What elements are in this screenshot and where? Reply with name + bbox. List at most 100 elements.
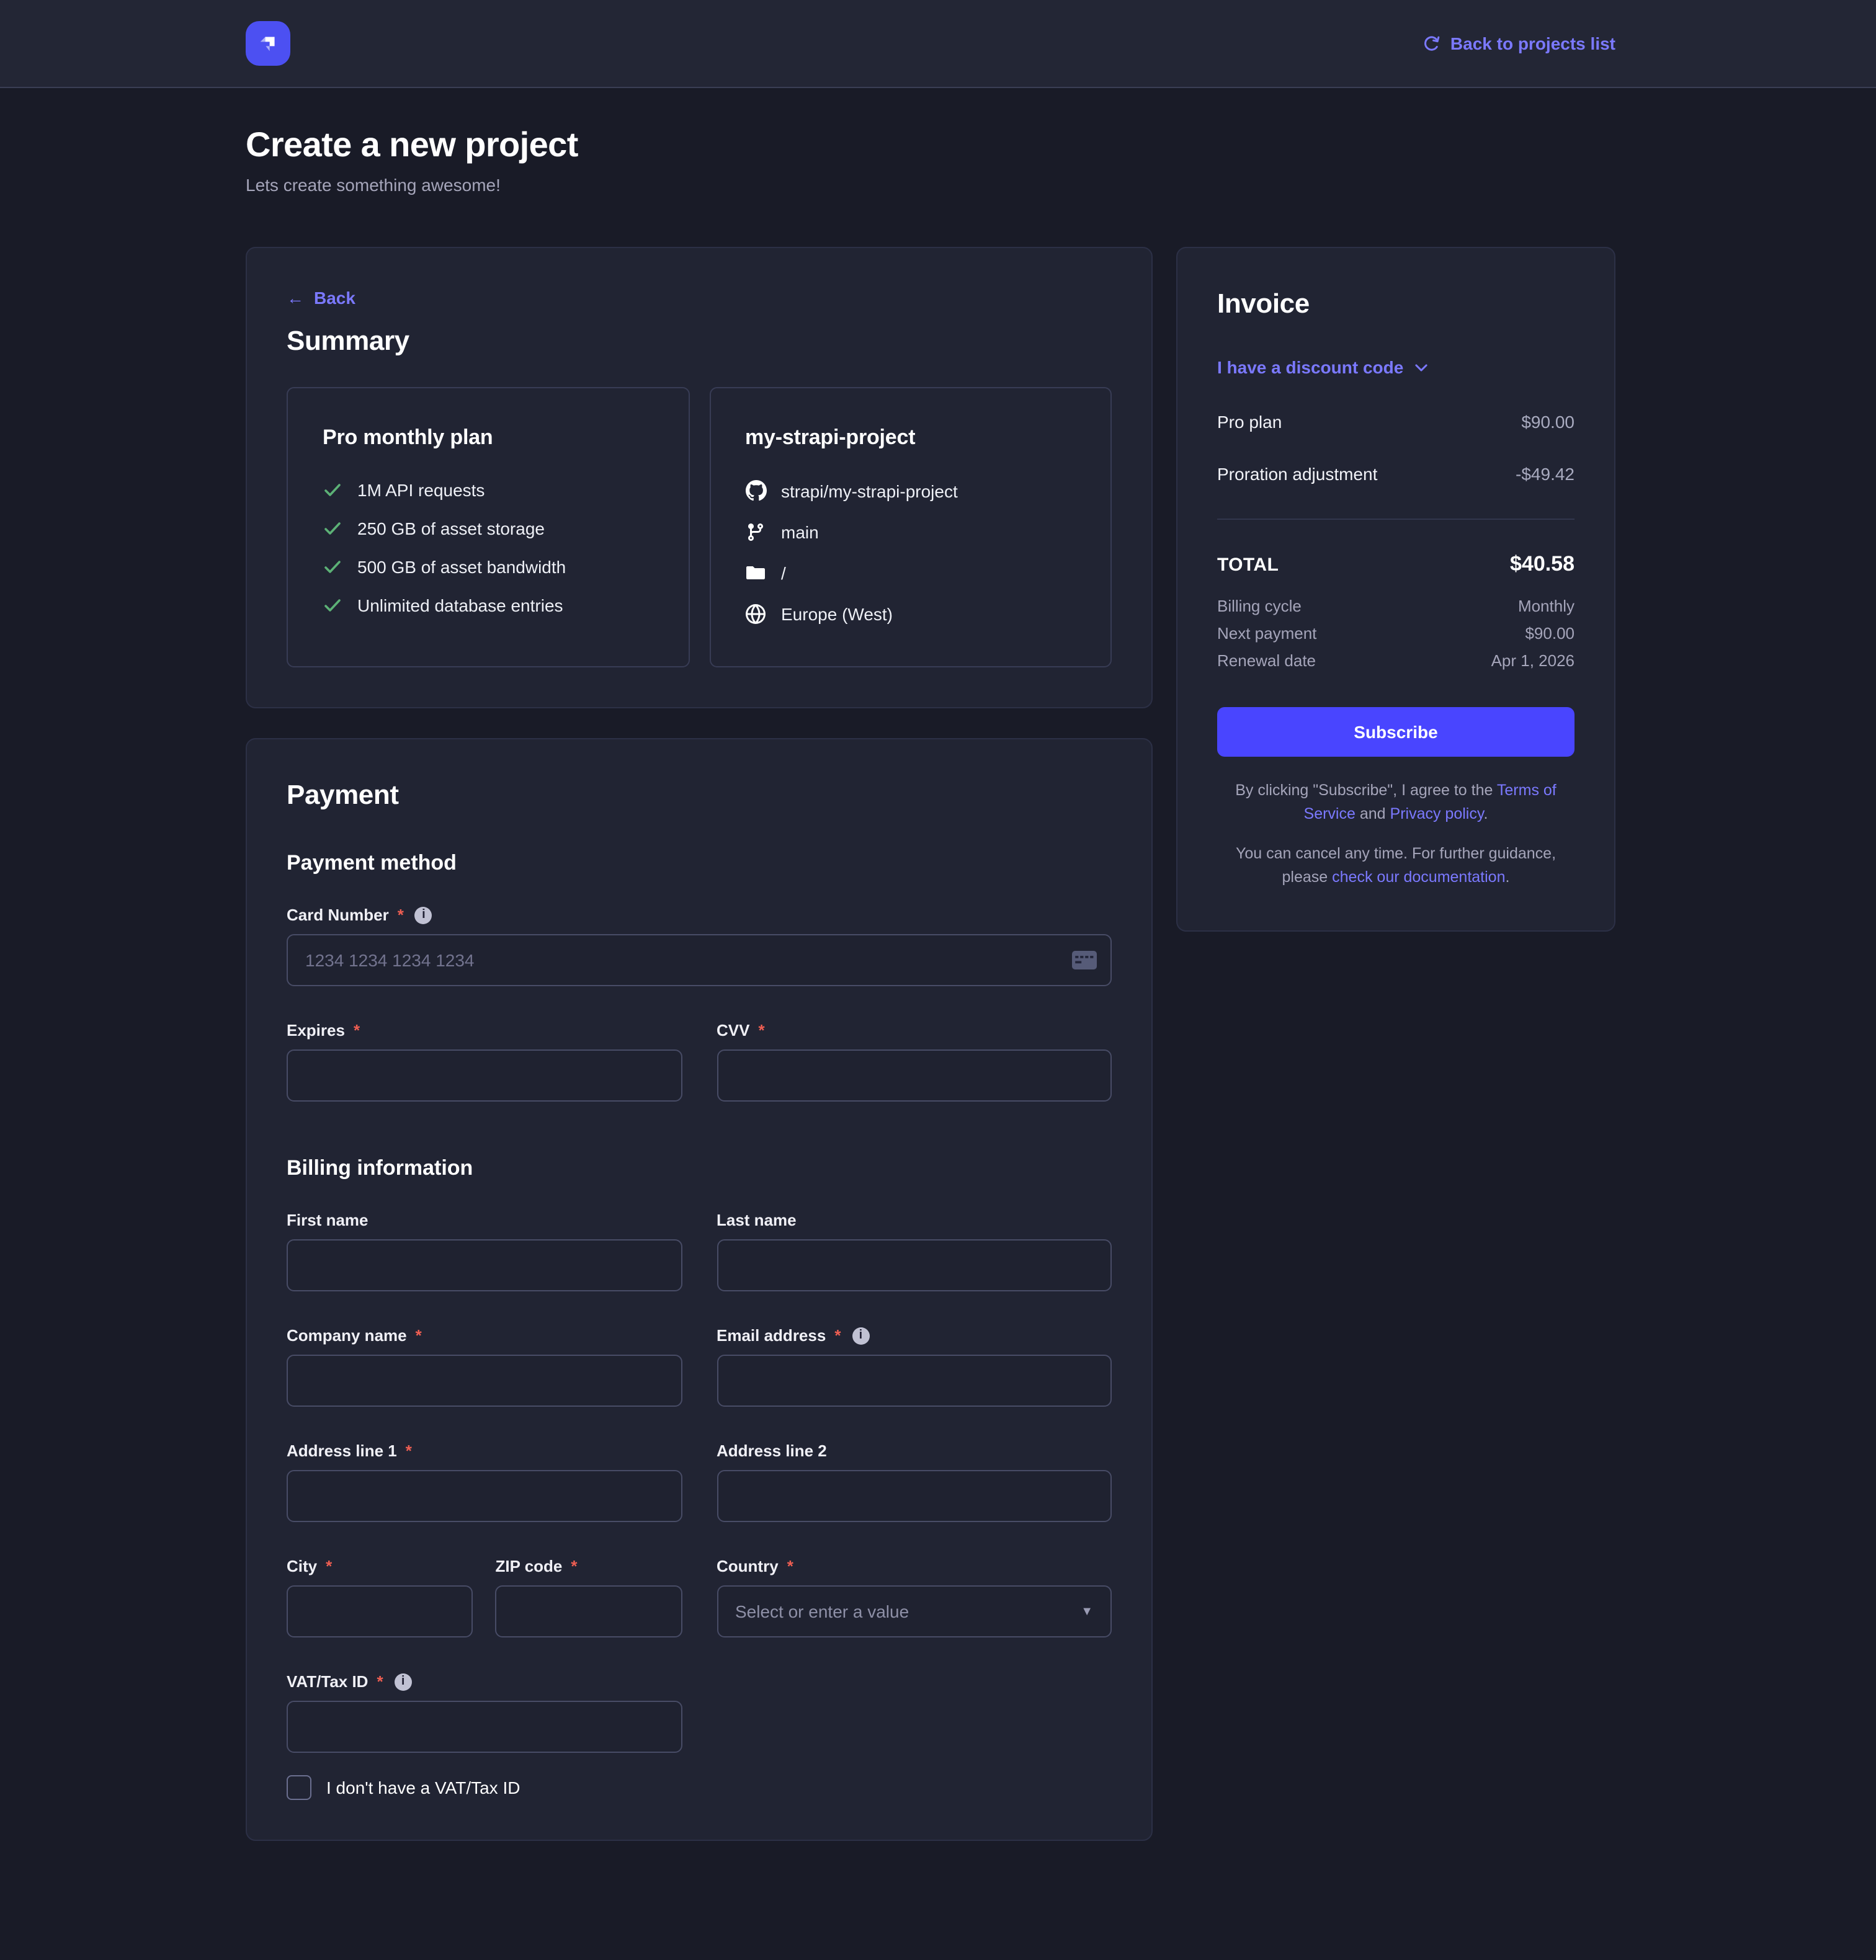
address-line-1-input[interactable]: [287, 1470, 682, 1522]
address-line-1-label: Address line 1*: [287, 1441, 682, 1460]
email-address-input[interactable]: [717, 1355, 1112, 1407]
invoice-total-row: TOTAL $40.58: [1217, 552, 1574, 577]
zip-code-input[interactable]: [496, 1585, 682, 1637]
cancel-text: You can cancel any time. For further gui…: [1217, 842, 1574, 891]
plan-feature-label: 500 GB of asset bandwidth: [357, 557, 566, 577]
check-icon: [323, 480, 342, 500]
payment-title: Payment: [287, 779, 1112, 811]
no-vat-checkbox-label[interactable]: I don't have a VAT/Tax ID: [326, 1778, 520, 1797]
top-bar: Back to projects list: [0, 0, 1876, 88]
invoice-title: Invoice: [1217, 288, 1574, 320]
project-summary-card: my-strapi-project strapi/my-strapi-proje…: [709, 387, 1112, 667]
github-icon: [745, 480, 766, 501]
last-name-label: Last name: [717, 1211, 1112, 1229]
expires-label: Expires*: [287, 1021, 682, 1040]
terms-text: By clicking "Subscribe", I agree to the …: [1217, 779, 1574, 827]
first-name-label: First name: [287, 1211, 682, 1229]
city-input[interactable]: [287, 1585, 473, 1637]
city-label: City*: [287, 1557, 473, 1575]
plan-summary-card: Pro monthly plan 1M API requests: [287, 387, 689, 667]
project-title: my-strapi-project: [745, 425, 1076, 450]
country-select[interactable]: Select or enter a value ▼: [717, 1585, 1112, 1637]
return-arrow-icon: [1422, 34, 1440, 53]
required-marker: *: [398, 906, 404, 924]
check-icon: [323, 519, 342, 538]
back-to-projects-link[interactable]: Back to projects list: [1422, 33, 1615, 53]
required-marker: *: [377, 1672, 383, 1691]
required-marker: *: [326, 1557, 332, 1575]
card-number-input[interactable]: [287, 934, 1112, 986]
cvv-label: CVV*: [717, 1021, 1112, 1040]
privacy-policy-link[interactable]: Privacy policy: [1390, 806, 1484, 823]
no-vat-checkbox[interactable]: [287, 1775, 311, 1800]
last-name-input[interactable]: [717, 1239, 1112, 1291]
invoice-divider: [1217, 519, 1574, 520]
git-branch-icon: [745, 522, 766, 542]
project-region-row: Europe (West): [745, 604, 1076, 624]
required-marker: *: [406, 1441, 412, 1460]
strapi-logo[interactable]: [246, 21, 290, 66]
folder-icon: [745, 563, 766, 583]
first-name-input[interactable]: [287, 1239, 682, 1291]
credit-card-icon: [1072, 951, 1097, 969]
strapi-logo-icon: [254, 30, 282, 57]
dropdown-triangle-icon: ▼: [1081, 1605, 1093, 1618]
back-label: Back: [314, 288, 355, 308]
country-select-placeholder: Select or enter a value: [735, 1601, 909, 1621]
card-number-label: Card Number* i: [287, 906, 1112, 924]
plan-feature: 250 GB of asset storage: [323, 519, 653, 538]
left-arrow-icon: ←: [287, 288, 304, 308]
plan-feature: 1M API requests: [323, 480, 653, 500]
billing-cycle-row: Billing cycle Monthly: [1217, 597, 1574, 615]
company-name-input[interactable]: [287, 1355, 682, 1407]
invoice-details: Billing cycle Monthly Next payment $90.0…: [1217, 597, 1574, 670]
project-path-label: /: [781, 563, 786, 583]
globe-icon: [745, 604, 766, 624]
billing-information-title: Billing information: [287, 1156, 1112, 1181]
summary-card: ← Back Summary Pro monthly plan: [246, 247, 1153, 708]
required-marker: *: [834, 1326, 841, 1345]
required-marker: *: [758, 1021, 764, 1040]
plan-title: Pro monthly plan: [323, 425, 653, 450]
plan-feature: 500 GB of asset bandwidth: [323, 557, 653, 577]
address-line-2-input[interactable]: [717, 1470, 1112, 1522]
total-label: TOTAL: [1217, 555, 1279, 576]
check-icon: [323, 595, 342, 615]
subscribe-button[interactable]: Subscribe: [1217, 707, 1574, 757]
chevron-down-icon: [1413, 359, 1429, 375]
total-value: $40.58: [1510, 552, 1574, 577]
renewal-date-row: Renewal date Apr 1, 2026: [1217, 651, 1574, 670]
plan-feature-label: 250 GB of asset storage: [357, 519, 545, 538]
back-to-projects-label: Back to projects list: [1450, 33, 1615, 53]
invoice-line-proration: Proration adjustment -$49.42: [1217, 464, 1574, 484]
required-marker: *: [571, 1557, 577, 1575]
country-label: Country*: [717, 1557, 1112, 1575]
required-marker: *: [787, 1557, 793, 1575]
plan-feature-list: 1M API requests 250 GB of asset storage: [323, 480, 653, 615]
invoice-line-pro-plan: Pro plan $90.00: [1217, 412, 1574, 432]
back-button[interactable]: ← Back: [287, 288, 355, 308]
company-name-label: Company name*: [287, 1326, 682, 1345]
documentation-link[interactable]: check our documentation: [1332, 868, 1505, 886]
plan-feature-label: Unlimited database entries: [357, 595, 563, 615]
vat-tax-id-input[interactable]: [287, 1701, 682, 1753]
project-branch-row: main: [745, 522, 1076, 542]
required-marker: *: [354, 1021, 360, 1040]
info-icon[interactable]: i: [415, 906, 432, 924]
info-icon[interactable]: i: [395, 1673, 412, 1690]
project-path-row: /: [745, 563, 1076, 583]
payment-method-title: Payment method: [287, 851, 1112, 876]
email-address-label: Email address* i: [717, 1326, 1112, 1345]
zip-code-label: ZIP code*: [496, 1557, 682, 1575]
discount-code-toggle[interactable]: I have a discount code: [1217, 357, 1429, 377]
info-icon[interactable]: i: [852, 1327, 869, 1344]
cvv-input[interactable]: [717, 1049, 1112, 1102]
next-payment-row: Next payment $90.00: [1217, 624, 1574, 643]
project-detail-list: strapi/my-strapi-project main: [745, 480, 1076, 624]
vat-tax-id-label: VAT/Tax ID* i: [287, 1672, 682, 1691]
expires-input[interactable]: [287, 1049, 682, 1102]
check-icon: [323, 557, 342, 577]
project-repo-row: strapi/my-strapi-project: [745, 480, 1076, 501]
project-branch-label: main: [781, 522, 819, 542]
page-subtitle: Lets create something awesome!: [246, 175, 1876, 195]
